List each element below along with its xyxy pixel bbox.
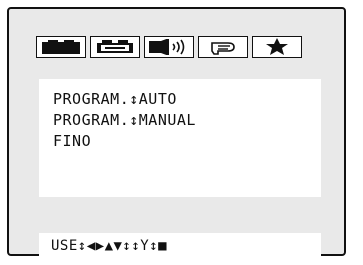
tab-sound[interactable] xyxy=(144,36,194,58)
menu-panel: PROGRAM.↕AUTO PROGRAM.↕MANUAL FINO xyxy=(39,79,321,197)
menu-item-program-manual[interactable]: PROGRAM.↕MANUAL xyxy=(53,110,196,130)
help-bar: USE↕◀▶▲▼↕↕Y↕■ xyxy=(39,233,321,259)
speaker-icon xyxy=(149,39,185,55)
menu-icon-bar xyxy=(36,36,302,60)
tab-picture[interactable] xyxy=(90,36,140,58)
hand-pointer-icon xyxy=(211,42,235,55)
tab-picture-active[interactable] xyxy=(36,36,86,58)
menu-item-fino[interactable]: FINO xyxy=(53,131,91,151)
star-icon xyxy=(266,38,288,55)
picture-icon xyxy=(42,40,80,54)
menu-item-program-auto[interactable]: PROGRAM.↕AUTO xyxy=(53,89,177,109)
help-text: USE↕◀▶▲▼↕↕Y↕■ xyxy=(51,238,168,254)
picture-icon xyxy=(97,40,133,53)
tab-special[interactable] xyxy=(198,36,248,58)
tab-favourite[interactable] xyxy=(252,36,302,58)
osd-screen: PROGRAM.↕AUTO PROGRAM.↕MANUAL FINO USE↕◀… xyxy=(7,7,346,259)
